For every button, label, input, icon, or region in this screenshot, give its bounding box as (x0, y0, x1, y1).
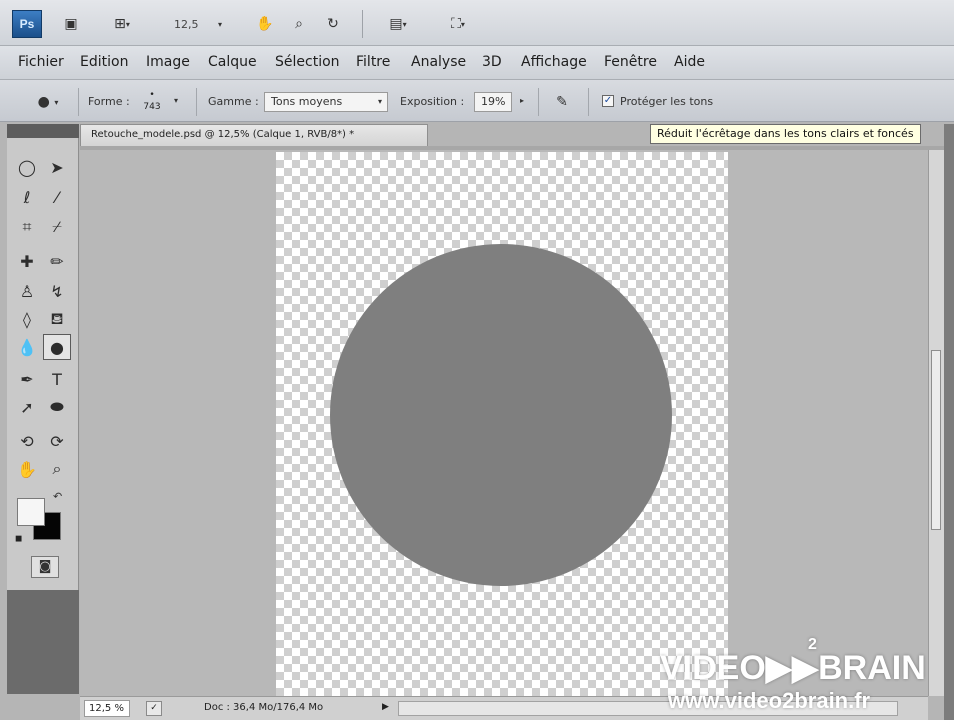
move-icon[interactable]: ➤ (43, 154, 71, 180)
menu-analyse[interactable]: Analyse (411, 54, 466, 70)
healing-brush-icon[interactable]: ✚ (13, 248, 41, 274)
airbrush-icon[interactable]: ✎ (548, 90, 576, 114)
gamme-value: Tons moyens (271, 95, 343, 108)
sponge-tool-icon: ● (37, 94, 50, 110)
menu-edition[interactable]: Edition (80, 54, 128, 70)
pen-icon[interactable]: ✒ (13, 366, 41, 392)
forme-label: Forme : (88, 95, 130, 108)
path-selection-icon[interactable]: ➚ (13, 394, 41, 420)
transparent-canvas[interactable] (276, 152, 728, 696)
history-brush-icon[interactable]: ↯ (43, 278, 71, 304)
brush-icon[interactable]: ✏ (43, 248, 71, 274)
brush-preset-picker[interactable]: • 743 (140, 89, 164, 115)
bridge-icon[interactable]: ▣ (58, 12, 84, 36)
sponge-icon[interactable]: ● (43, 334, 71, 360)
lasso-icon[interactable]: ℓ (13, 184, 41, 210)
blur-icon[interactable]: 💧 (13, 334, 41, 360)
toolbox-footer (7, 590, 79, 694)
3d-orbit-icon[interactable]: ⟳ (43, 428, 71, 454)
separator (78, 88, 79, 116)
quick-mask-icon[interactable]: ◙ (31, 556, 59, 578)
canvas-area[interactable] (80, 150, 928, 696)
status-zoom-input[interactable]: 12,5 % (84, 700, 130, 717)
menu-affichage[interactable]: Affichage (521, 54, 587, 70)
gray-circle-shape[interactable] (330, 244, 672, 586)
menu-calque[interactable]: Calque (208, 54, 257, 70)
eraser-icon[interactable]: ◊ (13, 306, 41, 332)
arrange-documents-icon[interactable]: ▤ ▾ (376, 12, 420, 36)
scrollbar-thumb[interactable] (931, 350, 941, 530)
watermark-url: www.video2brain.fr (668, 688, 871, 713)
menu-fichier[interactable]: Fichier (18, 54, 64, 70)
menu-3d[interactable]: 3D (482, 54, 502, 70)
document-tab[interactable]: Retouche_modele.psd @ 12,5% (Calque 1, R… (80, 124, 428, 146)
toolbox: ◯ ➤ ℓ ⁄ ⌗ ⌿ ✚ ✏ ♙ ↯ ◊ ⛾ 💧 ● ✒ T ➚ ⬬ ⟲ ⟳ … (7, 138, 79, 590)
separator (588, 88, 589, 116)
exposition-label: Exposition : (400, 95, 465, 108)
clone-stamp-icon[interactable]: ♙ (13, 278, 41, 304)
photoshop-logo[interactable]: Ps (12, 10, 42, 38)
brush-size-value: 743 (143, 102, 161, 112)
marquee-icon[interactable]: ◯ (13, 154, 41, 180)
default-colors-icon[interactable]: ◼ (15, 534, 25, 544)
exposition-slider-toggle[interactable]: ▸ (520, 96, 524, 105)
separator (538, 88, 539, 116)
hand-icon[interactable]: ✋ (13, 456, 41, 482)
protect-tones-checkbox[interactable]: ✓ (602, 95, 614, 107)
chevron-down-icon[interactable]: ▾ (174, 96, 178, 105)
zoom-level-dropdown[interactable]: 12,5 ▾ (168, 13, 228, 35)
type-icon[interactable]: T (43, 366, 71, 392)
toolbox-header[interactable] (7, 124, 79, 138)
zoom-icon[interactable]: ⌕ (43, 456, 71, 482)
exposition-input[interactable]: 19% (474, 92, 512, 112)
gamme-select[interactable]: Tons moyens ▾ (264, 92, 388, 112)
paint-bucket-icon[interactable]: ⛾ (43, 306, 71, 332)
vertical-scrollbar[interactable] (928, 150, 944, 696)
separator (196, 88, 197, 116)
magic-wand-icon[interactable]: ⁄ (43, 184, 71, 210)
status-info-icon[interactable]: ✓ (146, 701, 162, 716)
panel-dock-edge (944, 124, 954, 720)
hand-tool-icon[interactable]: ✋ (252, 12, 278, 36)
video2brain-watermark: VIDEO▶▶BRAIN 2 www.video2brain.fr (660, 636, 950, 718)
brush-dot-icon: • (149, 90, 155, 100)
foreground-color-swatch[interactable] (17, 498, 45, 526)
menu-selection[interactable]: Sélection (275, 54, 340, 70)
shape-icon[interactable]: ⬬ (43, 394, 71, 420)
watermark-superscript: 2 (808, 636, 817, 653)
menu-filtre[interactable]: Filtre (356, 54, 390, 70)
rotate-view-icon[interactable]: ↻ (320, 12, 346, 36)
screen-mode-icon[interactable]: ⛶ ▾ (436, 12, 480, 36)
swap-colors-icon[interactable]: ↶ (53, 490, 62, 503)
tool-preset-picker[interactable]: ● ▾ (26, 90, 70, 114)
options-bar: ● ▾ Forme : • 743 ▾ Gamme : Tons moyens … (0, 80, 954, 122)
eyedropper-icon[interactable]: ⌿ (43, 214, 71, 240)
menu-fenetre[interactable]: Fenêtre (604, 54, 657, 70)
tooltip: Réduit l'écrêtage dans les tons clairs e… (650, 124, 921, 144)
gamme-label: Gamme : (208, 95, 259, 108)
status-menu-arrow-icon[interactable]: ▶ (382, 702, 389, 712)
separator (362, 10, 363, 38)
3d-rotate-icon[interactable]: ⟲ (13, 428, 41, 454)
chevron-down-icon: ▾ (377, 97, 382, 106)
menu-image[interactable]: Image (146, 54, 190, 70)
chevron-down-icon: ▾ (54, 97, 59, 107)
application-bar: Ps ▣ ⊞ ▾ 12,5 ▾ ✋ ⌕ ↻ ▤ ▾ ⛶ ▾ (0, 0, 954, 46)
zoom-level-value: 12,5 (174, 17, 199, 31)
menu-aide[interactable]: Aide (674, 54, 705, 70)
menu-bar: Fichier Edition Image Calque Sélection F… (0, 46, 954, 80)
document-size-info[interactable]: Doc : 36,4 Mo/176,4 Mo (204, 702, 323, 713)
protect-tones-label: Protéger les tons (620, 95, 714, 108)
crop-icon[interactable]: ⌗ (13, 214, 41, 240)
view-extras-icon[interactable]: ⊞ ▾ (102, 12, 142, 36)
watermark-brand: VIDEO▶▶BRAIN (660, 649, 926, 687)
chevron-down-icon: ▾ (217, 19, 222, 29)
zoom-tool-icon[interactable]: ⌕ (286, 12, 312, 36)
